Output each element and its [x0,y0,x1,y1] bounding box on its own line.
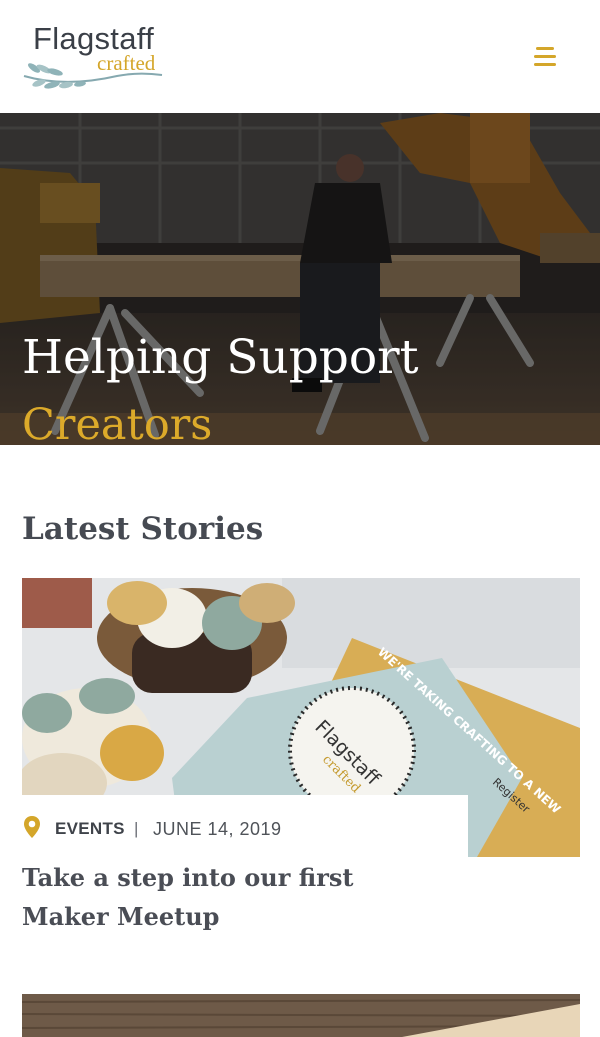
hero-banner: Helping Support Creators [0,113,600,445]
hamburger-icon-line [534,63,556,66]
location-pin-icon [24,816,40,838]
hero-subtitle: Creators [22,400,213,445]
site-header: Flagstaff crafted [0,0,600,113]
site-logo[interactable]: Flagstaff crafted [22,20,172,92]
hamburger-icon [536,47,554,50]
hero-title: Helping Support [22,330,419,385]
story-date: JUNE 14, 2019 [153,819,282,839]
meta-separator: | [134,819,139,838]
next-story-image[interactable] [22,994,580,1037]
hamburger-icon-line [534,55,556,58]
wood-photo [22,994,580,1037]
story-category[interactable]: EVENTS [55,818,125,840]
section-heading: Latest Stories [22,511,264,547]
story-title[interactable]: Take a step into our first Maker Meetup [22,858,422,936]
logo-tagline: crafted [97,51,156,75]
story-card[interactable]: Flagstaff crafted WE'RE TAKING CRAFTING … [22,578,580,958]
menu-button[interactable] [528,40,562,72]
